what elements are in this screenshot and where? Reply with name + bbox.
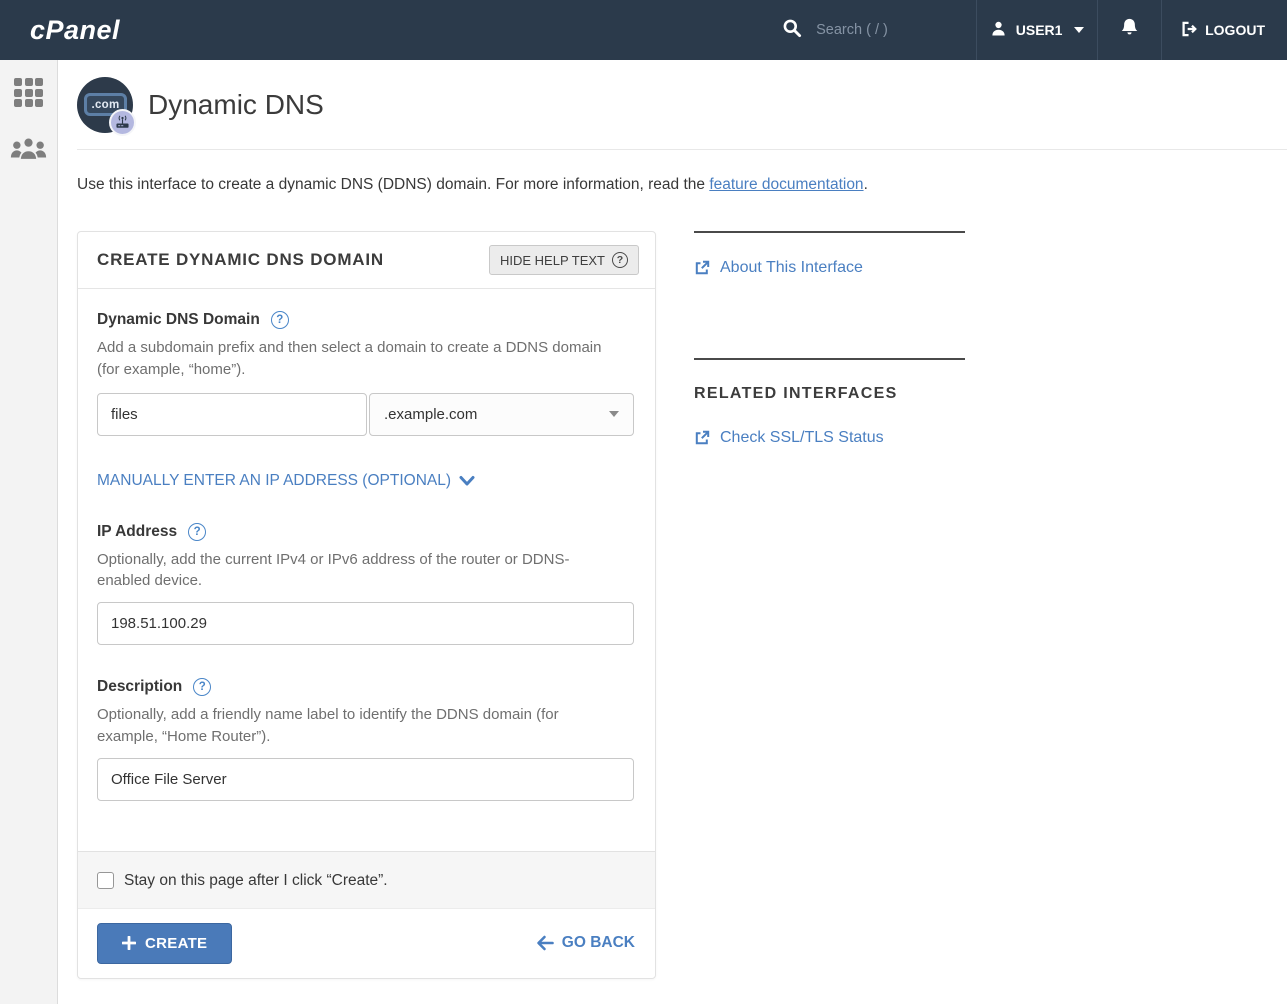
external-link-icon — [694, 430, 710, 446]
about-link-label: About This Interface — [720, 259, 863, 277]
global-search[interactable]: Search ( / ) — [756, 0, 976, 60]
select-caret-icon — [609, 411, 619, 417]
feature-documentation-link[interactable]: feature documentation — [709, 176, 863, 193]
ssl-link-label: Check SSL/TLS Status — [720, 429, 884, 447]
right-sidebar: About This Interface RELATED INTERFACES … — [694, 231, 965, 447]
router-icon — [109, 109, 136, 136]
bell-icon — [1119, 17, 1140, 43]
header-divider — [77, 149, 1287, 150]
notifications-button[interactable] — [1098, 0, 1161, 60]
create-button-label: CREATE — [145, 935, 207, 952]
aside-divider — [694, 358, 965, 360]
username: USER1 — [1016, 22, 1063, 38]
external-link-icon — [694, 260, 710, 276]
domain-select-value: .example.com — [384, 406, 477, 423]
user-manager-icon[interactable] — [10, 135, 47, 167]
plus-icon — [122, 936, 136, 950]
chevron-down-icon — [1074, 27, 1084, 33]
logout-button[interactable]: LOGOUT — [1162, 0, 1287, 60]
cpanel-logo[interactable]: cPanel — [30, 0, 120, 60]
domain-help-icon[interactable] — [271, 311, 289, 329]
hide-help-text-button[interactable]: HIDE HELP TEXT — [489, 245, 639, 275]
ip-field-label: IP Address — [97, 523, 177, 541]
user-icon — [990, 20, 1007, 40]
manual-ip-toggle[interactable]: MANUALLY ENTER AN IP ADDRESS (OPTIONAL) — [97, 472, 634, 490]
domain-select[interactable]: .example.com — [369, 393, 634, 436]
aside-divider — [694, 231, 965, 233]
chevron-down-icon — [459, 475, 475, 487]
description-input[interactable] — [97, 758, 634, 801]
stay-on-page-checkbox[interactable] — [97, 872, 114, 889]
search-icon — [782, 18, 802, 43]
check-ssl-status-link[interactable]: Check SSL/TLS Status — [694, 429, 965, 447]
go-back-label: GO BACK — [562, 934, 635, 952]
manual-ip-toggle-label: MANUALLY ENTER AN IP ADDRESS (OPTIONAL) — [97, 472, 451, 490]
ip-field-group: IP Address Optionally, add the current I… — [97, 523, 634, 646]
subdomain-prefix-input[interactable] — [97, 393, 367, 436]
related-interfaces-heading: RELATED INTERFACES — [694, 385, 965, 403]
description-field-group: Description Optionally, add a friendly n… — [97, 678, 634, 801]
top-navbar: cPanel Search ( / ) USER1 LOGOUT — [0, 0, 1287, 60]
create-button[interactable]: CREATE — [97, 923, 232, 964]
description-help-icon[interactable] — [193, 678, 211, 696]
card-body: Dynamic DNS Domain Add a subdomain prefi… — [78, 289, 655, 851]
intro-suffix: . — [864, 176, 868, 193]
description-field-label: Description — [97, 678, 182, 696]
intro-text: Use this interface to create a dynamic D… — [77, 176, 709, 193]
page-header: .com Dynamic DNS — [77, 60, 1287, 133]
stay-on-page-label[interactable]: Stay on this page after I click “Create”… — [124, 872, 388, 890]
arrow-left-icon — [536, 935, 554, 951]
ip-address-input[interactable] — [97, 602, 634, 645]
ip-help-icon[interactable] — [188, 523, 206, 541]
go-back-link[interactable]: GO BACK — [536, 934, 635, 952]
create-ddns-card: CREATE DYNAMIC DNS DOMAIN HIDE HELP TEXT… — [77, 231, 656, 979]
card-header: CREATE DYNAMIC DNS DOMAIN HIDE HELP TEXT — [78, 232, 655, 289]
hide-help-label: HIDE HELP TEXT — [500, 253, 605, 268]
about-this-interface-link[interactable]: About This Interface — [694, 259, 965, 277]
apps-grid-icon[interactable] — [14, 78, 43, 107]
dynamic-dns-feature-icon: .com — [77, 77, 133, 133]
domain-field-label: Dynamic DNS Domain — [97, 311, 260, 329]
logout-icon — [1180, 20, 1198, 41]
card-actions: CREATE GO BACK — [78, 908, 655, 978]
help-circle-icon — [612, 252, 628, 268]
description-help-text: Optionally, add a friendly name label to… — [97, 704, 617, 748]
logout-label: LOGOUT — [1205, 22, 1265, 38]
page-title: Dynamic DNS — [148, 89, 324, 121]
domain-field-group: Dynamic DNS Domain Add a subdomain prefi… — [97, 311, 634, 436]
user-menu[interactable]: USER1 — [977, 0, 1097, 60]
domain-help-text: Add a subdomain prefix and then select a… — [97, 337, 617, 381]
search-placeholder: Search ( / ) — [816, 22, 888, 38]
ip-help-text: Optionally, add the current IPv4 or IPv6… — [97, 549, 617, 593]
stay-on-page-row: Stay on this page after I click “Create”… — [78, 851, 655, 908]
card-heading: CREATE DYNAMIC DNS DOMAIN — [97, 250, 384, 270]
navbar-spacer — [120, 0, 756, 60]
intro-paragraph: Use this interface to create a dynamic D… — [77, 176, 1287, 194]
left-sidebar — [0, 60, 58, 1004]
